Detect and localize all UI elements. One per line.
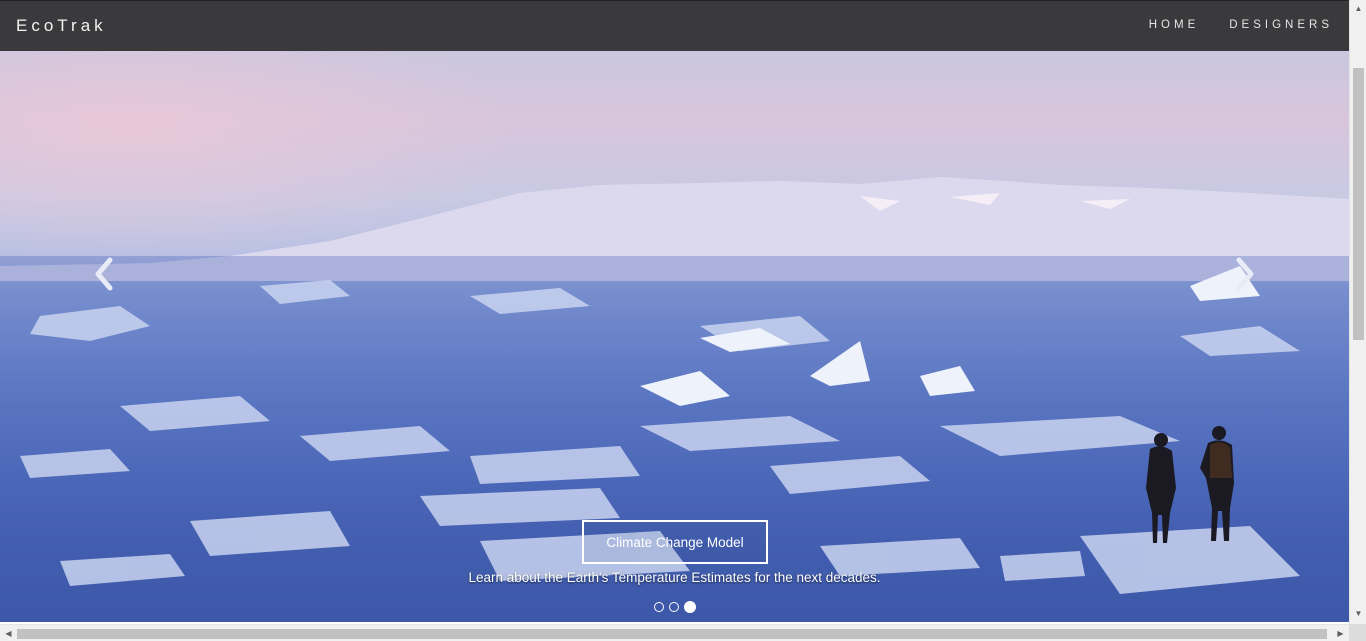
vertical-scroll-thumb[interactable]: [1353, 68, 1364, 340]
nav-links: HOME DESIGNERS: [1119, 19, 1333, 31]
horizontal-scroll-thumb[interactable]: [17, 629, 1327, 639]
chevron-right-icon: [1236, 257, 1254, 291]
carousel-indicator-2[interactable]: [669, 602, 679, 612]
scroll-right-arrow-icon[interactable]: ▶: [1332, 625, 1349, 641]
chevron-left-icon: [95, 257, 113, 291]
scroll-left-arrow-icon[interactable]: ◀: [0, 625, 17, 641]
carousel-prev-button[interactable]: [90, 256, 120, 292]
brand-logo[interactable]: EcoTrak: [16, 16, 107, 36]
horizontal-scrollbar[interactable]: ◀ ▶: [0, 624, 1349, 641]
top-navbar: EcoTrak HOME DESIGNERS: [0, 0, 1349, 51]
carousel-next-button[interactable]: [1229, 256, 1259, 292]
nav-link-home[interactable]: HOME: [1149, 19, 1200, 31]
vertical-scrollbar[interactable]: ▲ ▼: [1349, 0, 1366, 624]
scroll-down-arrow-icon[interactable]: ▼: [1350, 605, 1366, 622]
carousel-indicator-3[interactable]: [684, 601, 696, 613]
nav-link-designers[interactable]: DESIGNERS: [1229, 19, 1333, 31]
scrollbar-corner: [1349, 624, 1366, 641]
climate-change-model-button[interactable]: Climate Change Model: [582, 520, 768, 564]
carousel-caption: Learn about the Earth's Temperature Esti…: [468, 570, 881, 585]
carousel-indicator-1[interactable]: [654, 602, 664, 612]
hero-carousel: Climate Change Model Learn about the Ear…: [0, 51, 1349, 622]
carousel-indicators: [654, 601, 701, 613]
scroll-up-arrow-icon[interactable]: ▲: [1350, 0, 1366, 17]
